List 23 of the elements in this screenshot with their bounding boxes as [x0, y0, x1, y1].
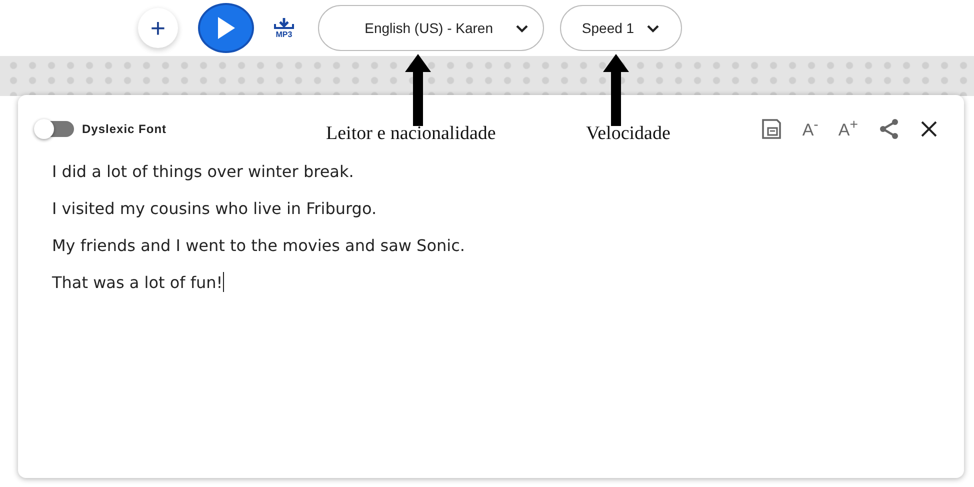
- text-line: I did a lot of things over winter break.: [52, 160, 355, 183]
- close-icon[interactable]: [920, 120, 938, 138]
- text-line: That was a lot of fun!: [52, 272, 225, 294]
- add-button[interactable]: +: [138, 8, 178, 48]
- voice-dropdown[interactable]: English (US) - Karen: [318, 5, 544, 51]
- chevron-down-icon: [515, 24, 529, 32]
- mp3-download-button[interactable]: MP3: [274, 18, 294, 38]
- chevron-down-icon: [646, 24, 660, 32]
- annotation-label: Leitor e nacionalidade: [326, 123, 496, 145]
- arrow-annotation: [405, 54, 431, 126]
- download-icon: [274, 18, 294, 30]
- toggle-switch[interactable]: [36, 120, 74, 137]
- font-increase-button[interactable]: A$^{+}$: [838, 117, 858, 141]
- toggle-label: Dyslexic Font: [82, 122, 167, 136]
- save-icon[interactable]: [760, 118, 782, 140]
- text-line: My friends and I went to the movies and saw Sonic.: [52, 234, 466, 257]
- share-icon[interactable]: [878, 118, 900, 140]
- text-line: I visited my cousins who live in Friburgo.: [52, 198, 378, 220]
- font-decrease-button[interactable]: A$^{-}$: [802, 117, 818, 141]
- speed-dropdown[interactable]: Speed 1: [560, 5, 682, 51]
- play-icon: [215, 15, 237, 41]
- annotation-label: Velocidade: [586, 123, 670, 145]
- arrow-annotation: [603, 54, 629, 126]
